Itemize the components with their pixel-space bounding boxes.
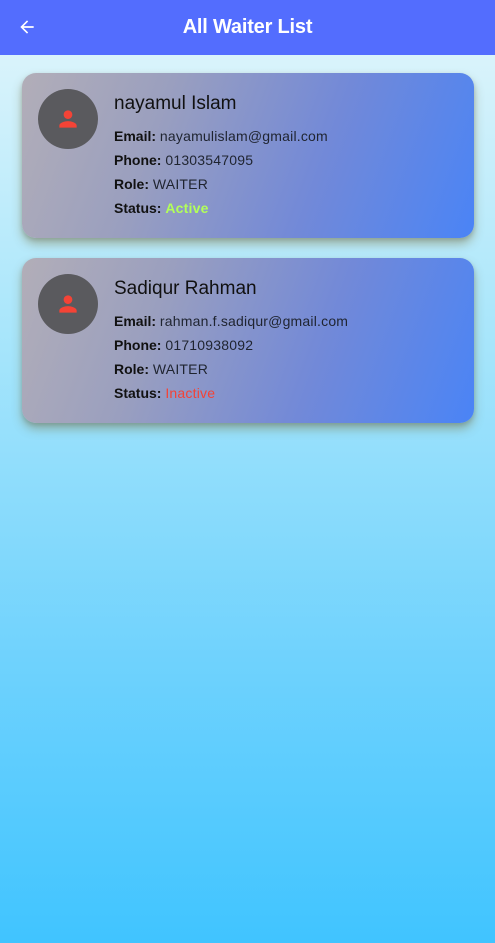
phone-value: 01710938092 <box>165 337 254 353</box>
email-label: Email: <box>114 313 157 329</box>
waiter-card[interactable]: Sadiqur Rahman Email: rahman.f.sadiqur@g… <box>22 258 474 423</box>
status-value: Inactive <box>165 385 216 401</box>
status-label: Status: <box>114 385 162 401</box>
role-row: Role: WAITER <box>114 176 208 192</box>
role-label: Role: <box>114 361 149 377</box>
role-label: Role: <box>114 176 149 192</box>
role-value: WAITER <box>152 176 209 192</box>
person-icon <box>59 295 77 313</box>
avatar <box>38 274 98 334</box>
back-button[interactable] <box>12 12 42 42</box>
email-row: Email: rahman.f.sadiqur@gmail.com <box>114 313 348 329</box>
page-title: All Waiter List <box>182 16 313 38</box>
person-icon <box>59 110 77 128</box>
email-row: Email: nayamulislam@gmail.com <box>114 128 328 144</box>
email-label: Email: <box>114 128 157 144</box>
waiter-name: Sadiqur Rahman <box>114 278 257 299</box>
arrow-back-icon <box>20 20 34 34</box>
role-value: WAITER <box>152 361 209 377</box>
waiter-name: nayamul Islam <box>114 93 237 114</box>
avatar <box>38 89 98 149</box>
status-value: Active <box>165 200 209 216</box>
waiter-card[interactable]: nayamul Islam Email: nayamulislam@gmail.… <box>22 73 474 238</box>
phone-label: Phone: <box>114 152 162 168</box>
email-value: nayamulislam@gmail.com <box>159 128 328 144</box>
phone-row: Phone: 01710938092 <box>114 337 253 353</box>
role-row: Role: WAITER <box>114 361 208 377</box>
status-row: Status: Inactive <box>114 385 215 401</box>
status-label: Status: <box>114 200 162 216</box>
email-value: rahman.f.sadiqur@gmail.com <box>159 313 349 329</box>
phone-value: 01303547095 <box>165 152 254 168</box>
phone-row: Phone: 01303547095 <box>114 152 253 168</box>
phone-label: Phone: <box>114 337 162 353</box>
app-bar: All Waiter List <box>0 0 495 55</box>
status-row: Status: Active <box>114 200 209 216</box>
